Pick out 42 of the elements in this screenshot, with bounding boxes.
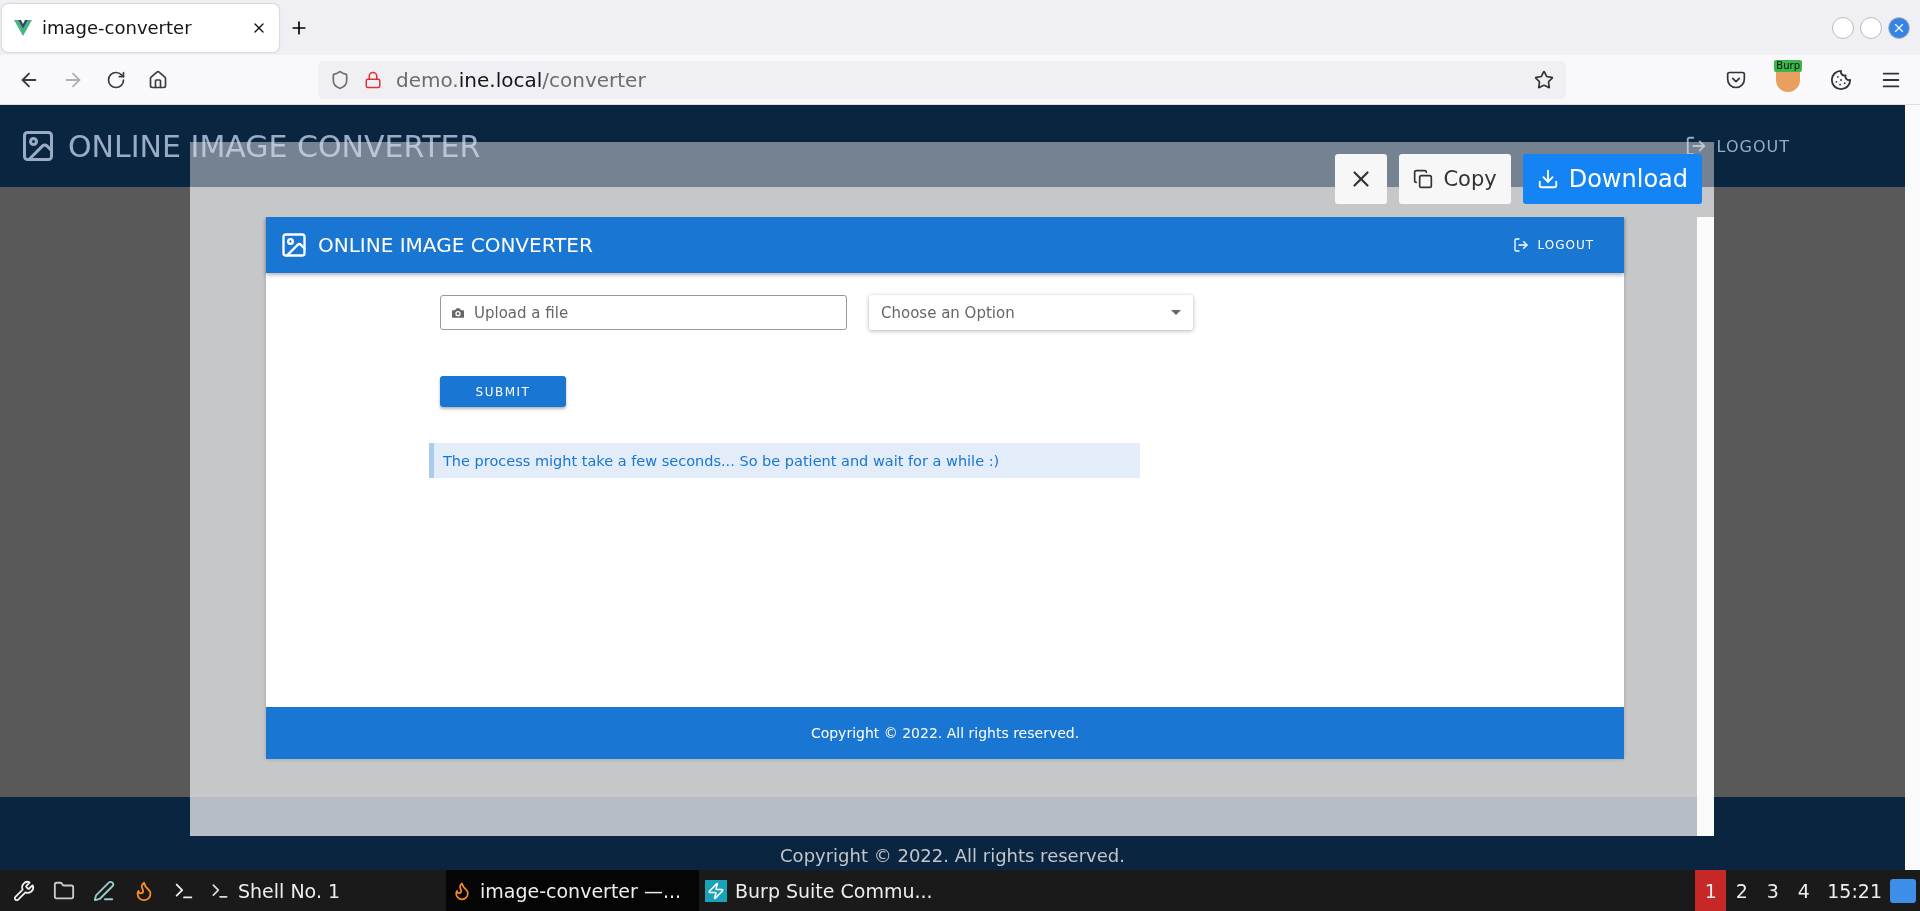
workspace-button[interactable]: 1 [1695, 870, 1727, 911]
home-icon[interactable] [148, 69, 168, 90]
logout-icon [1513, 237, 1530, 253]
download-button[interactable]: Download [1522, 154, 1702, 204]
copy-icon [1413, 169, 1434, 189]
submit-button[interactable]: SUBMIT [440, 376, 566, 407]
pocket-icon[interactable] [1726, 69, 1747, 90]
star-icon[interactable] [1534, 69, 1554, 90]
v-logo-icon [14, 19, 32, 36]
copyright-text: Copyright © 2022. All rights reserved. [780, 845, 1125, 866]
taskbar-window[interactable]: Shell No. 1 [204, 870, 446, 911]
workspace-button[interactable]: 2 [1726, 870, 1758, 911]
workspace-button[interactable]: 4 [1788, 870, 1820, 911]
camera-icon [450, 305, 466, 321]
copyright-text: Copyright © 2022. All rights reserved. [810, 725, 1080, 741]
download-icon [1536, 168, 1559, 190]
copy-button[interactable]: Copy [1399, 154, 1511, 204]
taskbar-window[interactable]: image-converter —... [446, 870, 699, 911]
logout-link[interactable]: LOGOUT [1716, 136, 1790, 156]
image-icon [280, 231, 308, 259]
close-button[interactable] [1335, 154, 1388, 204]
shield-icon[interactable] [330, 69, 350, 90]
cookie-icon[interactable] [1830, 68, 1852, 91]
caret-icon [1171, 310, 1181, 315]
browser-tab[interactable]: image-converter [2, 3, 279, 52]
app-title: ONLINE IMAGE CONVERTER [318, 233, 593, 257]
image-icon [20, 128, 56, 164]
workspace-button[interactable]: 3 [1757, 870, 1789, 911]
browser-icon [452, 880, 472, 901]
address-bar[interactable]: demo.ine.local/converter [318, 60, 1566, 99]
upload-field[interactable]: Upload a file [440, 295, 847, 330]
logout-icon [1684, 135, 1707, 157]
tab-title: image-converter [42, 17, 193, 38]
taskbar-window[interactable]: Burp Suite Commu... [699, 870, 939, 911]
option-select[interactable]: Choose an Option [869, 295, 1193, 330]
lightning-icon [705, 879, 727, 902]
lock-icon[interactable] [364, 70, 382, 89]
clock: 15:21 [1826, 879, 1883, 902]
logout-button[interactable]: LOGOUT [1507, 236, 1600, 254]
reload-icon[interactable] [106, 69, 126, 90]
info-alert: The process might take a few seconds... So be patient and wait for a while :) [429, 443, 1140, 478]
notification-icon[interactable] [1890, 878, 1916, 903]
